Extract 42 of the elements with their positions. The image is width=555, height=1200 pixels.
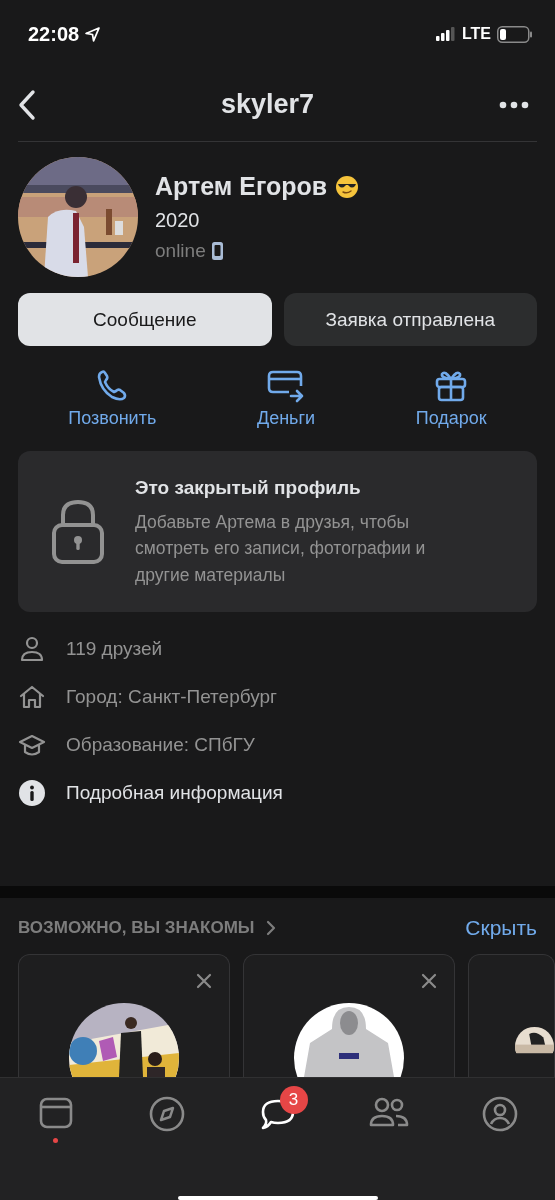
location-arrow-icon: [85, 26, 101, 42]
person-icon: [18, 634, 46, 663]
request-sent-button[interactable]: Заявка отправлена: [283, 293, 537, 346]
locked-title: Это закрытый профиль: [135, 477, 362, 499]
action-button[interactable]: Подарок: [409, 368, 493, 429]
info-text: Образование: СПбГУ: [66, 733, 255, 756]
chevron-right-icon[interactable]: [266, 919, 277, 936]
profile-year: 2020: [155, 209, 201, 232]
more-icon[interactable]: [499, 100, 529, 109]
tab[interactable]: 3: [243, 1086, 312, 1148]
action-button[interactable]: Позвонить: [62, 368, 163, 429]
lock-icon: [51, 499, 105, 566]
signal-icon: [435, 27, 456, 41]
info-text: 119 друзей: [66, 637, 163, 660]
details-link[interactable]: Подробная информация: [66, 781, 283, 804]
message-button[interactable]: Сообщение: [18, 293, 272, 346]
newsfeed-icon: [38, 1096, 73, 1130]
suggestion-card[interactable]: [243, 953, 455, 1077]
close-icon[interactable]: [196, 972, 212, 989]
locked-description: Добавьте Артема в друзья, чтобы смотреть его записи, фотографии и другие материалы: [135, 511, 427, 587]
status-time: 22:08: [28, 22, 80, 46]
action-button[interactable]: Деньги: [250, 368, 322, 429]
page-title: skyler7: [220, 89, 315, 120]
online-status: online: [155, 240, 206, 262]
card-transfer-icon: [267, 368, 305, 404]
suggestion-card[interactable]: [18, 953, 230, 1077]
info-icon: [18, 778, 46, 807]
section-title: ВОЗМОЖНО, ВЫ ЗНАКОМЫ: [18, 917, 255, 938]
hide-link[interactable]: Скрыть: [465, 915, 537, 940]
unread-badge: 3: [279, 1086, 308, 1114]
sunglasses-smiley-icon: [335, 174, 360, 199]
network-label: LTE: [461, 25, 491, 43]
compass-icon: [148, 1096, 185, 1132]
suggestion-card[interactable]: [468, 953, 555, 1077]
people-icon: [368, 1096, 409, 1128]
battery-icon: [497, 25, 533, 43]
back-icon[interactable]: [18, 88, 36, 121]
phone-device-icon: [211, 242, 223, 260]
close-icon[interactable]: [421, 972, 437, 989]
profile-icon: [481, 1096, 518, 1132]
info-text: Город: Санкт-Петербург: [66, 685, 277, 708]
profile-name: Артем Егоров: [155, 172, 328, 201]
